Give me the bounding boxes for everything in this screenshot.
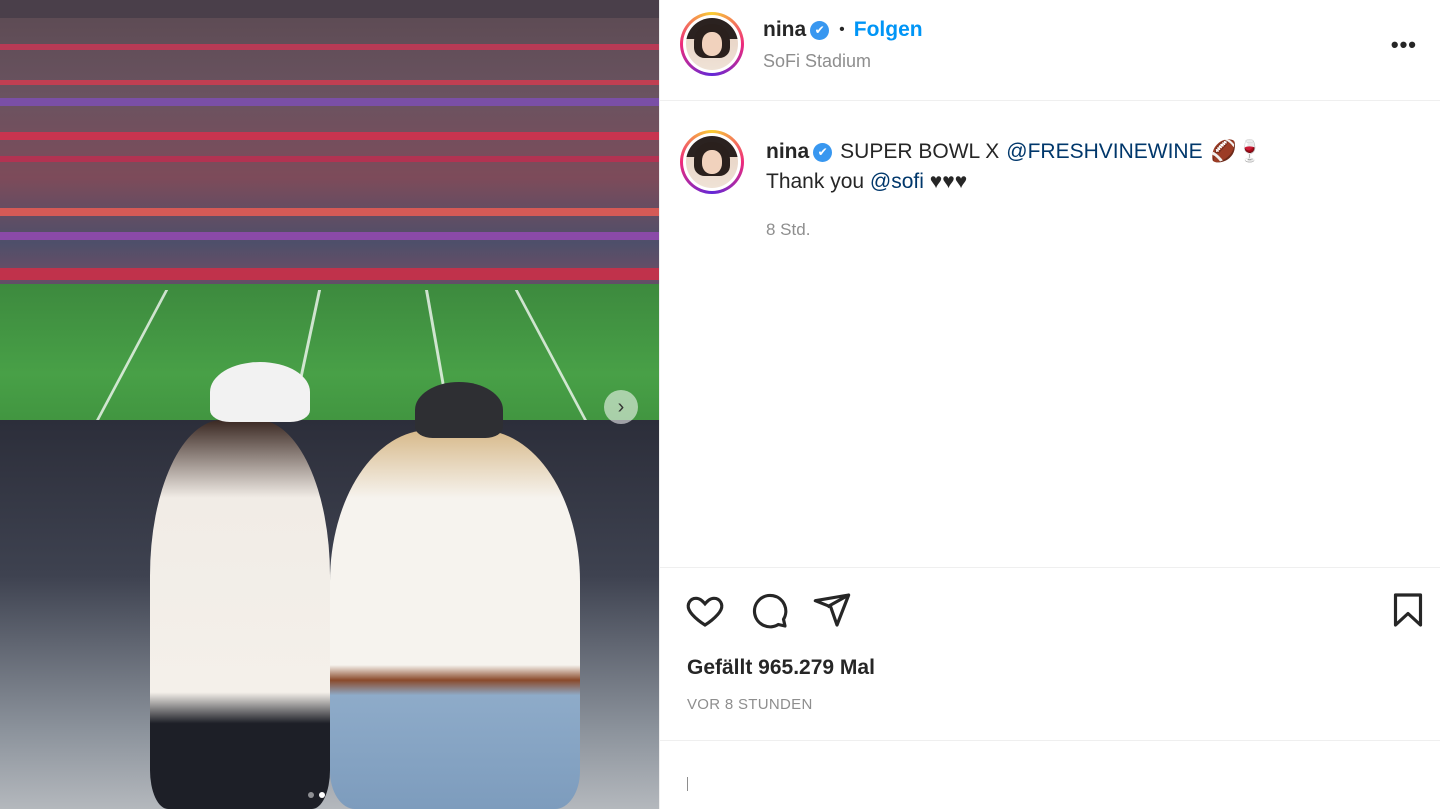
caption-text: SUPER BOWL X xyxy=(840,140,1000,163)
caption-text: Thank you xyxy=(766,170,865,193)
white-cap xyxy=(210,362,310,422)
mention-link[interactable]: @sofi xyxy=(870,170,924,193)
post-sidebar: nina ✔ • Folgen SoFi Stadium ••• nina ✔ … xyxy=(659,0,1440,809)
person-left xyxy=(150,420,330,809)
black-cap xyxy=(415,382,503,438)
caption-username-link[interactable]: nina xyxy=(766,140,809,164)
caption-line-2: Thank you @sofi ♥♥♥ xyxy=(766,170,967,194)
caption-timestamp[interactable]: 8 Std. xyxy=(766,220,810,240)
separator-dot: • xyxy=(839,21,845,38)
more-options-icon[interactable]: ••• xyxy=(1391,32,1417,58)
stadium-ribbon xyxy=(0,132,659,140)
stadium-ribbon xyxy=(0,232,659,240)
carousel-dot xyxy=(308,792,314,798)
username-link[interactable]: nina xyxy=(763,18,806,42)
share-icon[interactable] xyxy=(812,590,852,630)
verified-icon: ✔ xyxy=(813,142,833,162)
stadium-ribbon xyxy=(0,80,659,85)
like-count[interactable]: Gefällt 965.279 Mal xyxy=(687,656,875,680)
post-timestamp[interactable]: VOR 8 STUNDEN xyxy=(687,696,813,713)
follow-button[interactable]: Folgen xyxy=(854,18,923,42)
carousel-indicator xyxy=(308,792,325,798)
post-photo[interactable]: › xyxy=(0,0,659,809)
stadium-ribbon xyxy=(0,98,659,106)
chevron-right-icon: › xyxy=(617,395,625,418)
hearts-emoji: ♥♥♥ xyxy=(929,170,968,193)
stadium-ribbon xyxy=(0,208,659,216)
bookmark-icon[interactable] xyxy=(1388,590,1428,630)
next-slide-button[interactable]: › xyxy=(604,390,638,424)
caption-avatar[interactable] xyxy=(680,130,744,194)
football-wine-emoji: 🏈🍷 xyxy=(1210,140,1263,163)
text-cursor xyxy=(687,777,688,791)
stadium-ribbon xyxy=(0,156,659,162)
location-link[interactable]: SoFi Stadium xyxy=(763,51,871,72)
mention-link[interactable]: @FRESHVINEWINE xyxy=(1006,140,1202,164)
caption-line-1: nina ✔ SUPER BOWL X @FRESHVINEWINE 🏈🍷 xyxy=(766,140,1263,164)
stadium-ribbon xyxy=(0,44,659,50)
verified-icon: ✔ xyxy=(810,20,830,40)
comment-icon[interactable] xyxy=(749,590,789,630)
carousel-dot-active xyxy=(319,792,325,798)
person-right xyxy=(330,430,580,809)
stadium-stands xyxy=(0,0,659,18)
avatar[interactable] xyxy=(680,12,744,76)
heart-icon[interactable] xyxy=(685,590,725,630)
stadium-ribbon xyxy=(0,268,659,280)
action-bar: Gefällt 965.279 Mal VOR 8 STUNDEN xyxy=(660,567,1440,741)
post-header: nina ✔ • Folgen SoFi Stadium ••• xyxy=(660,0,1440,101)
caption-block: nina ✔ SUPER BOWL X @FRESHVINEWINE 🏈🍷 Th… xyxy=(660,102,1440,567)
comment-input[interactable] xyxy=(660,742,1440,809)
